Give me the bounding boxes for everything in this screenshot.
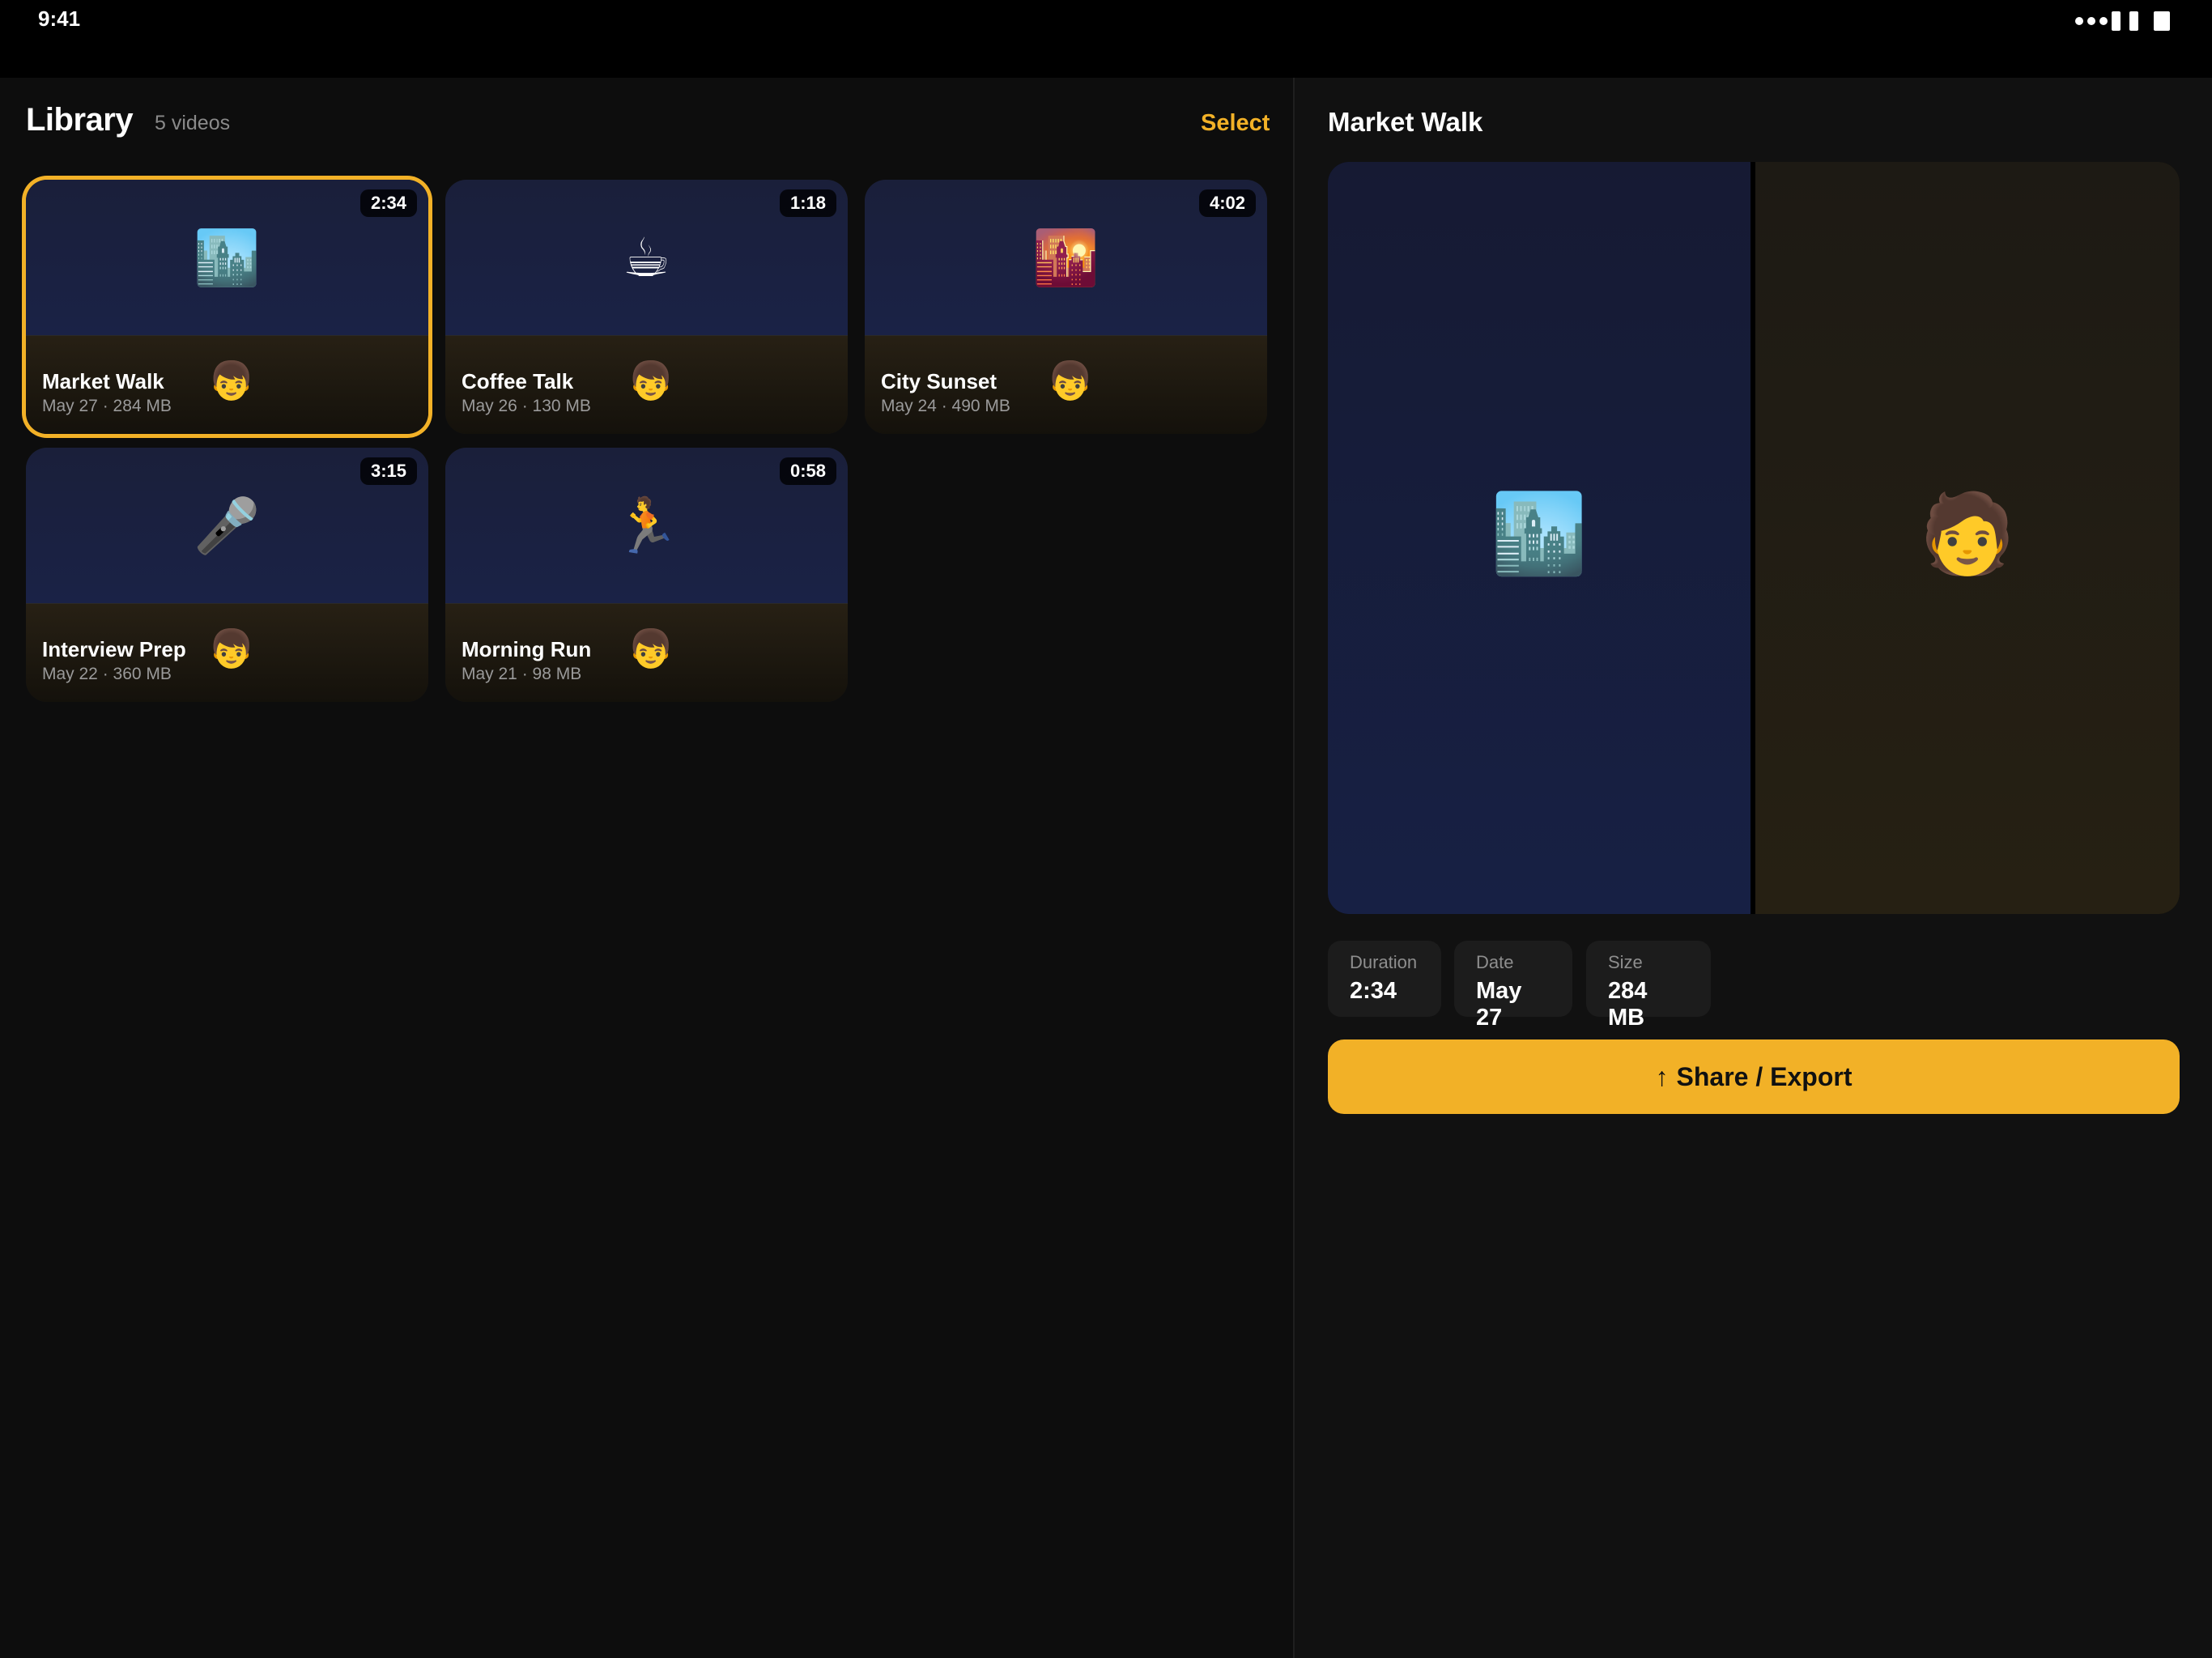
video-card-morning-run[interactable]: 🏃 0:58 Morning Run May 21 · 98 MB 👦	[445, 448, 848, 702]
stat-duration: Duration 2:34	[1328, 941, 1441, 1017]
stat-size: Size 284 MB	[1586, 941, 1711, 1031]
video-card-interview-prep[interactable]: 🎤 3:15 Interview Prep May 22 · 360 MB 👦	[26, 448, 428, 702]
stat-value: 284 MB	[1608, 978, 1648, 1031]
runner-icon: 🏃	[613, 495, 680, 555]
duration-badge: 1:18	[779, 189, 836, 217]
signal-bar-icon	[2112, 11, 2121, 31]
stat-label: Duration	[1350, 952, 1418, 972]
video-card-city-sunset[interactable]: 🌇 4:02 City Sunset May 24 · 490 MB 👦	[865, 180, 1267, 434]
duration-badge: 4:02	[1198, 189, 1256, 217]
avatar-icon: 👦	[208, 627, 255, 670]
video-title: Coffee Talk	[462, 369, 574, 393]
video-title: Interview Prep	[42, 637, 186, 661]
signal-dot-icon	[2087, 17, 2095, 25]
signal-dot-icon	[2099, 17, 2108, 25]
duration-badge: 3:15	[359, 457, 417, 485]
preview-right-pane: 🧑	[1755, 162, 2180, 914]
avatar-icon: 👦	[627, 359, 674, 402]
stat-value: May 27	[1476, 978, 1522, 1031]
preview-panel: Market Walk 🏙️ 🧑 Duration 2:34 Date May …	[1295, 78, 2212, 1658]
wifi-icon	[2129, 11, 2138, 31]
stat-value: 2:34	[1350, 978, 1397, 1004]
video-subtitle: May 22 · 360 MB	[42, 665, 172, 683]
share-arrow-icon: ↑	[1655, 1061, 1669, 1091]
video-subtitle: May 21 · 98 MB	[462, 665, 582, 683]
video-subtitle: May 26 · 130 MB	[462, 397, 591, 415]
video-subtitle: May 27 · 284 MB	[42, 397, 172, 415]
video-title: Market Walk	[42, 369, 164, 393]
person-icon: 🧑	[1919, 491, 2016, 577]
status-icons	[2075, 11, 2170, 31]
library-panel: Library 5 videos Select 🏙️ 2:34 Market W…	[0, 78, 1293, 1658]
video-title: City Sunset	[881, 369, 998, 393]
video-card-market-walk[interactable]: 🏙️ 2:34 Market Walk May 27 · 284 MB 👦	[26, 180, 428, 434]
video-subtitle: May 24 · 490 MB	[881, 397, 1010, 415]
avatar-icon: 👦	[1047, 359, 1094, 402]
microphone-icon: 🎤	[194, 495, 261, 555]
duration-badge: 2:34	[359, 189, 417, 217]
share-export-label: Share / Export	[1676, 1061, 1853, 1091]
signal-dot-icon	[2075, 17, 2083, 25]
video-card-coffee-talk[interactable]: ☕ 1:18 Coffee Talk May 26 · 130 MB 👦	[445, 180, 848, 434]
video-preview[interactable]: 🏙️ 🧑	[1328, 162, 2180, 914]
stat-date: Date May 27	[1454, 941, 1572, 1031]
avatar-icon: 👦	[627, 627, 674, 670]
select-button[interactable]: Select	[1201, 110, 1270, 137]
status-bar: 9:41	[0, 0, 2212, 78]
duration-badge: 0:58	[779, 457, 836, 485]
preview-left-pane: 🏙️	[1328, 162, 1750, 914]
library-video-count: 5 videos	[155, 112, 231, 134]
avatar-icon: 👦	[208, 359, 255, 402]
library-title: Library	[26, 102, 134, 138]
cityscape-icon: 🏙️	[194, 227, 261, 287]
cityscape-icon: 🏙️	[1491, 491, 1588, 577]
sunset-icon: 🌇	[1032, 227, 1100, 287]
battery-icon	[2154, 11, 2170, 31]
video-title: Morning Run	[462, 637, 592, 661]
status-time: 9:41	[38, 6, 81, 31]
stat-label: Date	[1476, 952, 1514, 972]
coffee-icon: ☕	[622, 227, 671, 287]
share-export-button[interactable]: ↑ Share / Export	[1328, 1039, 2180, 1114]
preview-title: Market Walk	[1328, 107, 1483, 137]
stat-label: Size	[1608, 952, 1643, 972]
